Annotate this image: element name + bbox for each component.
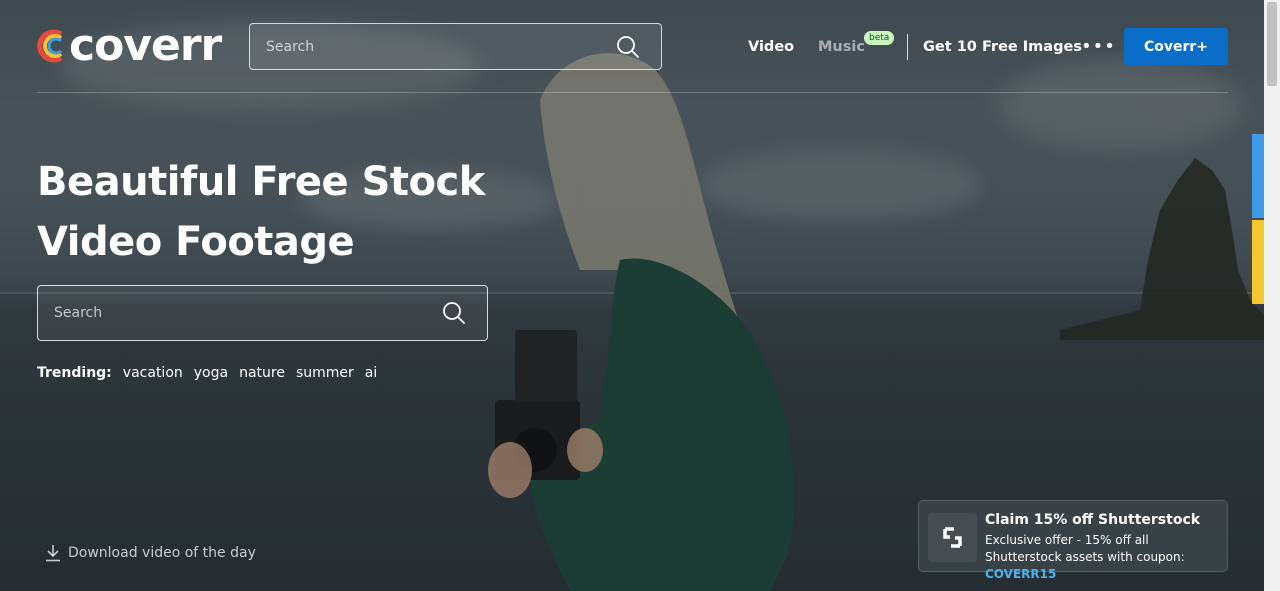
trending-tags: Trending: vacation yoga nature summer ai	[37, 365, 388, 381]
nav-free-images-wrap: Get 10 Free Images	[923, 22, 1082, 72]
nav-divider	[907, 34, 908, 60]
nav-music[interactable]: Music beta	[818, 31, 895, 55]
download-video-of-day-link[interactable]: Download video of the day	[45, 544, 256, 562]
hero-search-input[interactable]	[54, 286, 374, 340]
trending-label: Trending:	[37, 365, 112, 381]
hero-title-line1: Beautiful Free Stock	[37, 159, 485, 205]
shutterstock-icon	[943, 527, 962, 548]
trending-tag-nature[interactable]: nature	[239, 365, 285, 381]
shutterstock-logo	[928, 513, 977, 562]
hero-title-line2: Video Footage	[37, 219, 355, 265]
promo-body: Exclusive offer - 15% off all Shuttersto…	[985, 532, 1225, 583]
nav-video[interactable]: Video	[748, 39, 794, 55]
promo-title: Claim 15% off Shutterstock	[985, 512, 1201, 528]
side-tab-blue[interactable]	[1252, 134, 1264, 218]
trending-tag-summer[interactable]: summer	[296, 365, 354, 381]
header-search-box[interactable]	[249, 23, 662, 70]
logo-rainbow-icon	[37, 29, 63, 63]
nav-free-images[interactable]: Get 10 Free Images	[923, 39, 1082, 55]
header-divider	[37, 92, 1228, 93]
coverr-plus-button[interactable]: Coverr+	[1124, 28, 1228, 65]
search-icon[interactable]	[616, 35, 640, 59]
download-label: Download video of the day	[68, 545, 256, 561]
nav-music-wrap: Music beta	[818, 22, 895, 72]
header-search-input[interactable]	[266, 24, 586, 69]
coverr-logo[interactable]: coverr	[37, 20, 222, 71]
download-icon	[46, 545, 60, 562]
main-nav: Video	[748, 22, 794, 72]
trending-tag-ai[interactable]: ai	[365, 365, 377, 381]
beta-badge: beta	[864, 31, 895, 45]
scrollbar-thumb[interactable]	[1267, 2, 1277, 86]
search-icon[interactable]	[442, 301, 466, 325]
more-menu-icon[interactable]: •••	[1081, 38, 1116, 56]
shutterstock-promo-card[interactable]: Claim 15% off Shutterstock Exclusive off…	[918, 500, 1228, 581]
nav-more-wrap: •••	[1081, 22, 1116, 72]
trending-tag-yoga[interactable]: yoga	[194, 365, 228, 381]
nav-divider-wrap	[907, 22, 908, 72]
nav-music-label: Music	[818, 39, 865, 55]
promo-body-text: Exclusive offer - 15% off all Shuttersto…	[985, 533, 1185, 564]
logo-wordmark: coverr	[69, 20, 222, 71]
side-tab-yellow[interactable]	[1252, 220, 1264, 304]
hero-search-box[interactable]	[37, 285, 488, 341]
page-scrollbar[interactable]	[1264, 0, 1280, 591]
trending-tag-vacation[interactable]: vacation	[123, 365, 183, 381]
hero-title: Beautiful Free Stock Video Footage	[37, 152, 507, 272]
promo-coupon-code[interactable]: COVERR15	[985, 567, 1056, 581]
site-header: coverr Video Music beta Get 10 Free Imag…	[37, 22, 1228, 72]
